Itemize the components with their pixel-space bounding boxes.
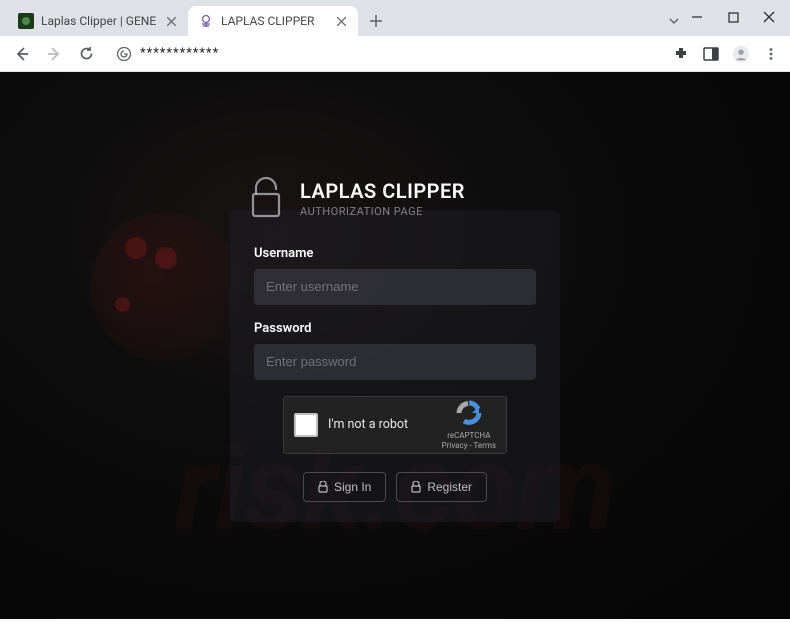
lock-icon bbox=[248, 176, 284, 222]
tab-title: Laplas Clipper | GENERATION OF bbox=[41, 14, 157, 28]
browser-addressbar: ************ bbox=[0, 36, 790, 72]
tab-favicon-icon bbox=[18, 13, 34, 29]
menu-icon[interactable] bbox=[762, 45, 780, 63]
window-close-button[interactable] bbox=[762, 10, 776, 24]
page-subtitle: AUTHORIZATION PAGE bbox=[300, 205, 465, 218]
side-panel-icon[interactable] bbox=[702, 45, 720, 63]
new-tab-button[interactable] bbox=[362, 7, 390, 35]
watermark-graphic bbox=[155, 247, 177, 269]
recaptcha-checkbox[interactable] bbox=[294, 413, 318, 437]
nav-forward-button[interactable] bbox=[42, 42, 66, 66]
address-text: ************ bbox=[140, 46, 219, 61]
page-content: risk.com LAPLAS CLIPPER AUTHORIZATION PA… bbox=[0, 72, 790, 619]
address-input[interactable]: ************ bbox=[106, 40, 664, 68]
nav-back-button[interactable] bbox=[10, 42, 34, 66]
search-engine-icon bbox=[116, 46, 132, 62]
watermark-graphic bbox=[125, 237, 147, 259]
register-button[interactable]: Register bbox=[396, 472, 487, 502]
recaptcha-widget: I'm not a robot reCAPTCHA Privacy - Term… bbox=[283, 396, 507, 454]
watermark-graphic bbox=[90, 212, 240, 362]
browser-tab-active[interactable]: LAPLAS CLIPPER bbox=[188, 6, 358, 36]
recaptcha-logo-icon bbox=[455, 399, 483, 427]
tab-title: LAPLAS CLIPPER bbox=[221, 14, 327, 28]
password-input[interactable] bbox=[254, 344, 536, 380]
lock-icon bbox=[411, 481, 421, 493]
username-label: Username bbox=[254, 246, 536, 261]
tab-close-icon[interactable] bbox=[334, 14, 348, 28]
tab-close-icon[interactable] bbox=[164, 14, 178, 28]
tab-favicon-icon bbox=[198, 13, 214, 29]
browser-tab-inactive[interactable]: Laplas Clipper | GENERATION OF bbox=[8, 6, 188, 36]
signin-button[interactable]: Sign In bbox=[303, 472, 386, 502]
tab-overflow-icon[interactable] bbox=[668, 12, 680, 31]
recaptcha-label: I'm not a robot bbox=[328, 417, 432, 432]
lock-icon bbox=[318, 481, 328, 493]
register-label: Register bbox=[427, 480, 472, 494]
window-maximize-button[interactable] bbox=[726, 10, 740, 24]
watermark-graphic bbox=[115, 297, 130, 312]
username-input[interactable] bbox=[254, 269, 536, 305]
nav-reload-button[interactable] bbox=[74, 42, 98, 66]
recaptcha-brand: reCAPTCHA Privacy - Terms bbox=[442, 399, 496, 451]
login-form: LAPLAS CLIPPER AUTHORIZATION PAGE Userna… bbox=[230, 210, 560, 522]
signin-label: Sign In bbox=[334, 480, 371, 494]
password-label: Password bbox=[254, 321, 536, 336]
page-title: LAPLAS CLIPPER bbox=[300, 179, 465, 203]
profile-icon[interactable] bbox=[732, 45, 750, 63]
browser-tabbar: Laplas Clipper | GENERATION OF LAPLAS CL… bbox=[0, 0, 790, 36]
window-minimize-button[interactable] bbox=[690, 10, 704, 24]
extensions-icon[interactable] bbox=[672, 45, 690, 63]
